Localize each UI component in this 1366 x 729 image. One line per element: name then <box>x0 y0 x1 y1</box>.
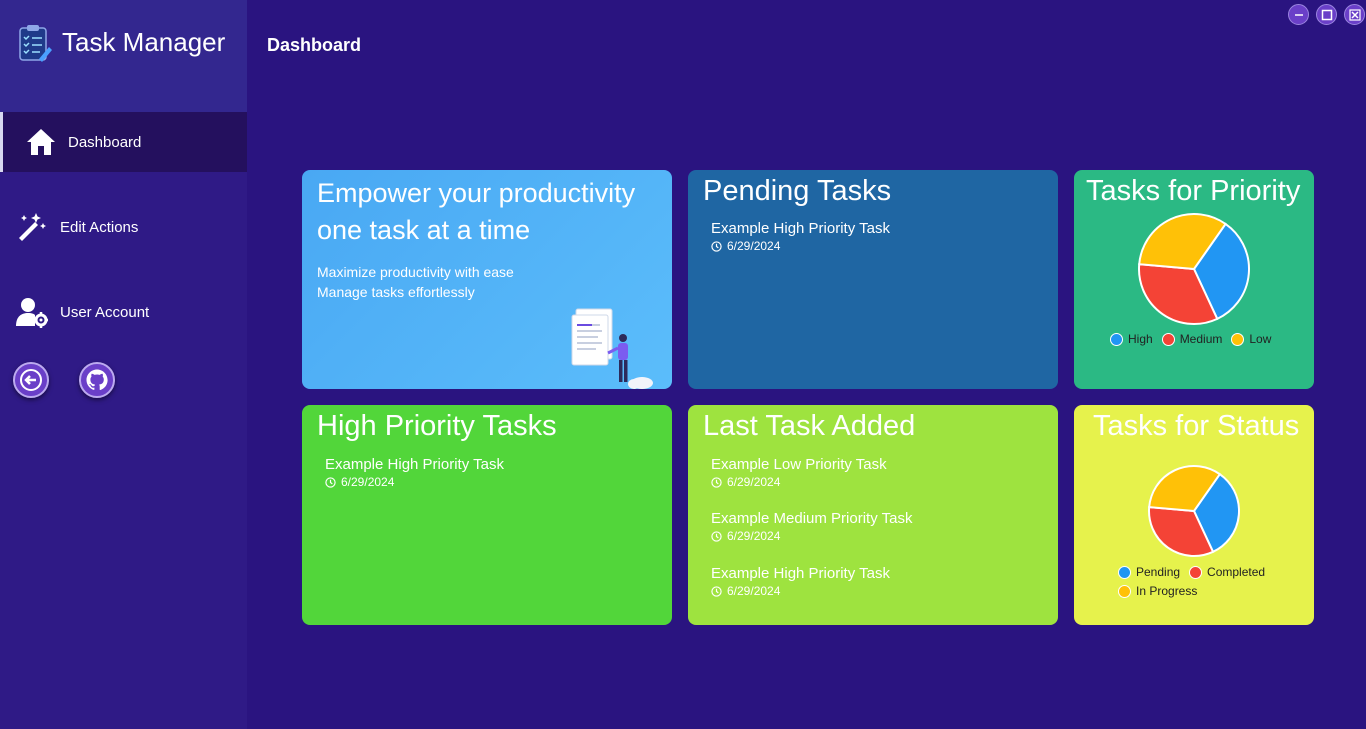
task-name: Example Low Priority Task <box>711 456 887 473</box>
close-button[interactable] <box>1344 4 1365 25</box>
legend-label: High <box>1128 332 1153 346</box>
sidebar-item-edit-actions[interactable]: Edit Actions <box>0 197 247 257</box>
legend-label: Low <box>1249 332 1272 346</box>
last-task-added-card: Last Task Added Example Low Priority Tas… <box>688 405 1058 625</box>
task-date: 6/29/2024 <box>727 529 781 543</box>
legend-dot <box>1118 565 1131 579</box>
clock-icon <box>711 476 722 488</box>
card-title: Last Task Added <box>703 410 916 442</box>
minimize-icon <box>1295 14 1303 16</box>
legend-item: Completed <box>1189 565 1265 579</box>
status-legend: Pending Completed In Progress <box>1118 565 1308 603</box>
task-date-row: 6/29/2024 <box>711 239 890 253</box>
task-date-row: 6/29/2024 <box>711 584 890 598</box>
legend-item: In Progress <box>1118 584 1197 598</box>
clock-icon <box>711 530 722 542</box>
task-item[interactable]: Example High Priority Task 6/29/2024 <box>711 220 890 253</box>
legend-dot <box>1161 332 1175 346</box>
sidebar-item-dashboard[interactable]: Dashboard <box>0 112 247 172</box>
checklist-icon <box>19 25 52 62</box>
card-title: High Priority Tasks <box>317 410 557 442</box>
task-date: 6/29/2024 <box>727 239 781 253</box>
clock-icon <box>325 476 336 488</box>
legend-label: In Progress <box>1136 584 1198 598</box>
hero-title-line2: one task at a time <box>317 215 531 245</box>
hero-card: Empower your productivity one task at a … <box>302 170 672 389</box>
productivity-illustration <box>571 308 653 389</box>
task-date: 6/29/2024 <box>341 475 395 489</box>
legend-item: Low <box>1231 332 1271 346</box>
hero-subtitle-line1: Maximize productivity with ease <box>317 264 514 280</box>
legend-dot <box>1110 332 1123 346</box>
hero-subtitle-line2: Manage tasks effortlessly <box>317 284 475 300</box>
legend-label: Medium <box>1179 332 1223 346</box>
task-item[interactable]: Example High Priority Task 6/29/2024 <box>711 565 890 598</box>
hero-title-line1: Empower your productivity <box>317 178 636 208</box>
sidebar-item-label: Edit Actions <box>60 219 139 236</box>
clock-icon <box>711 585 722 597</box>
home-icon <box>27 129 55 155</box>
status-pie-chart <box>1148 465 1240 557</box>
card-title: Tasks for Status <box>1093 410 1300 442</box>
task-item[interactable]: Example High Priority Task 6/29/2024 <box>325 456 504 489</box>
task-date-row: 6/29/2024 <box>325 475 504 489</box>
github-button[interactable] <box>79 362 115 398</box>
task-date: 6/29/2024 <box>727 475 781 489</box>
legend-item: High <box>1110 332 1153 346</box>
page-title: Dashboard <box>267 35 362 55</box>
task-name: Example Medium Priority Task <box>711 510 913 527</box>
legend-label: Completed <box>1207 565 1266 579</box>
sidebar: Task Manager Dashboard Edit Actions User… <box>0 0 247 729</box>
card-title: Pending Tasks <box>703 175 892 207</box>
legend-dot <box>1189 565 1203 579</box>
back-arrow-icon <box>20 369 42 391</box>
high-priority-card: High Priority Tasks Example High Priorit… <box>302 405 672 625</box>
priority-legend: High Medium Low <box>1110 332 1310 351</box>
task-date: 6/29/2024 <box>727 584 781 598</box>
priority-chart-card: Tasks for Priority High Medium Low <box>1074 170 1314 389</box>
magic-wand-icon <box>19 213 46 241</box>
priority-pie-chart <box>1138 213 1250 325</box>
maximize-icon <box>1321 9 1333 21</box>
status-chart-card: Tasks for Status Pending Completed In Pr… <box>1074 405 1314 625</box>
task-item[interactable]: Example Medium Priority Task 6/29/2024 <box>711 510 912 543</box>
sidebar-item-label: User Account <box>60 304 150 321</box>
user-gear-icon <box>16 298 48 328</box>
task-date-row: 6/29/2024 <box>711 529 912 543</box>
close-icon <box>1349 9 1361 21</box>
minimize-button[interactable] <box>1288 4 1309 25</box>
sidebar-item-user-account[interactable]: User Account <box>0 282 247 342</box>
legend-item: Medium <box>1161 332 1223 346</box>
brand-header: Task Manager <box>0 0 247 112</box>
task-date-row: 6/29/2024 <box>711 475 887 489</box>
legend-label: Pending <box>1136 565 1181 579</box>
pending-tasks-card: Pending Tasks Example High Priority Task… <box>688 170 1058 389</box>
task-name: Example High Priority Task <box>325 456 504 473</box>
task-name: Example High Priority Task <box>711 220 890 237</box>
github-icon <box>86 369 108 391</box>
sidebar-item-label: Dashboard <box>68 134 142 151</box>
app-title: Task Manager <box>62 27 226 57</box>
back-button[interactable] <box>13 362 49 398</box>
legend-dot <box>1231 332 1245 346</box>
task-name: Example High Priority Task <box>711 565 890 582</box>
legend-dot <box>1118 584 1131 598</box>
maximize-button[interactable] <box>1316 4 1337 25</box>
clock-icon <box>711 240 722 252</box>
task-item[interactable]: Example Low Priority Task 6/29/2024 <box>711 456 887 489</box>
card-title: Tasks for Priority <box>1086 175 1301 207</box>
legend-item: Pending <box>1118 565 1180 579</box>
